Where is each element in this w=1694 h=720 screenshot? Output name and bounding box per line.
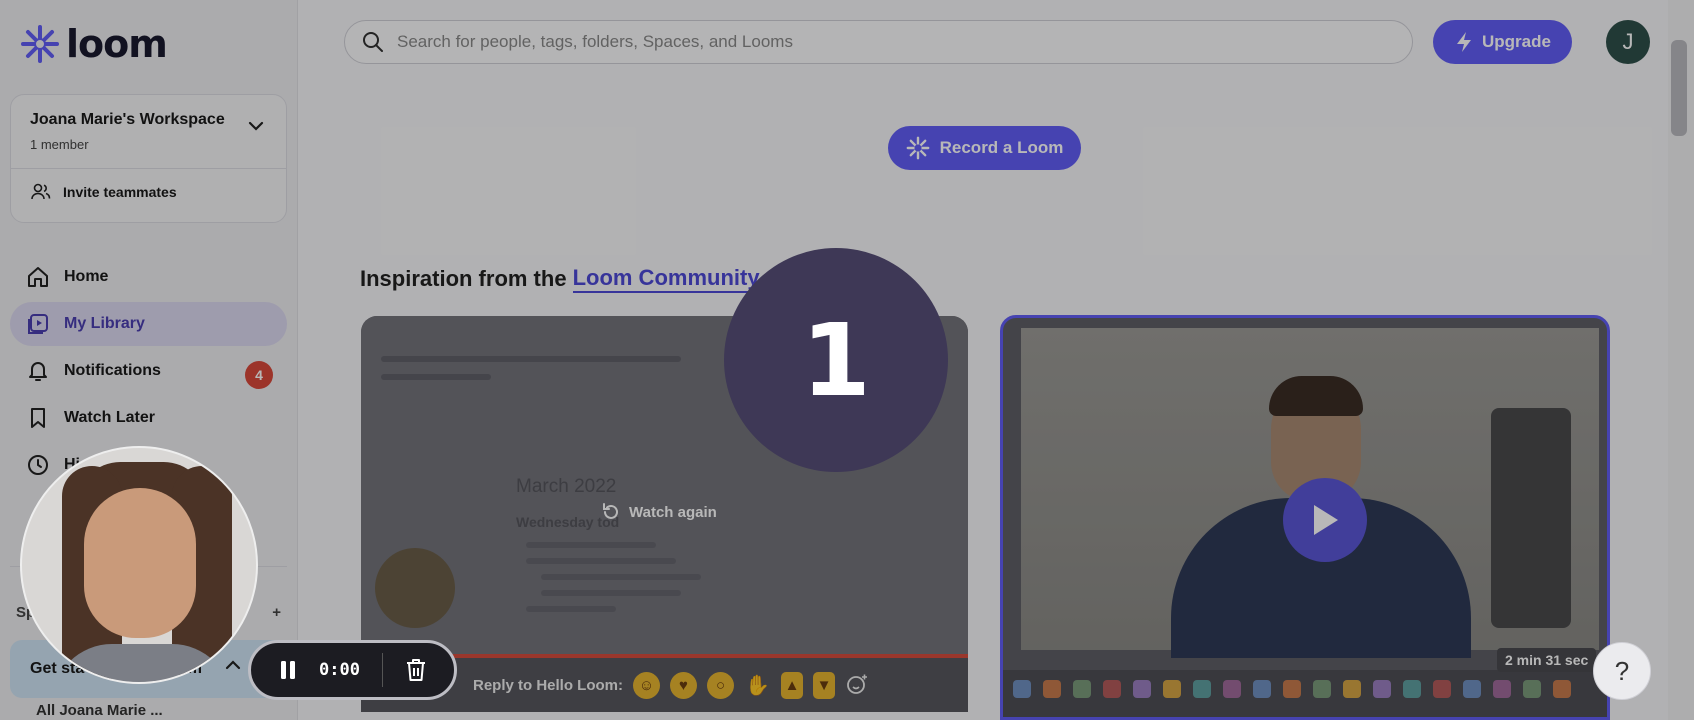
recording-timer: 0:00	[319, 660, 360, 680]
divider	[381, 653, 383, 687]
pause-icon[interactable]	[279, 660, 297, 680]
trash-icon[interactable]	[405, 658, 427, 682]
webcam-bubble[interactable]	[20, 446, 258, 684]
help-button[interactable]: ?	[1593, 642, 1651, 700]
face	[84, 488, 196, 638]
recording-controls: 0:00	[248, 640, 457, 700]
recording-countdown: 1	[724, 248, 948, 472]
